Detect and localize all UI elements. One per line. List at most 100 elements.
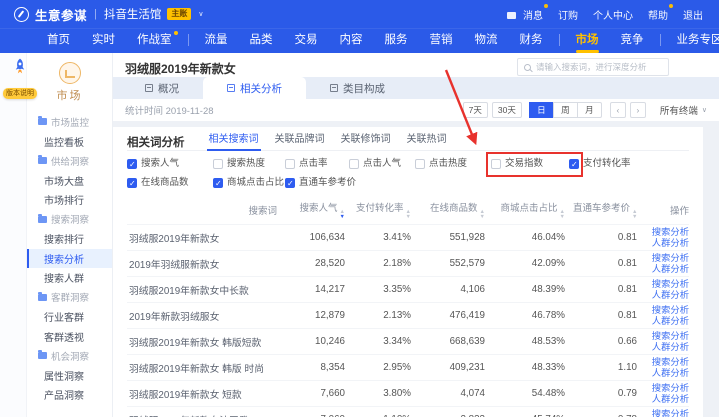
version-badge[interactable]: 版本说明 xyxy=(3,88,37,99)
pager-button[interactable]: › xyxy=(630,102,646,118)
metric-filter-checkbox-item[interactable]: 在线商品数 xyxy=(127,177,213,189)
metric-filter-checkbox-item[interactable]: 商城点击占比 xyxy=(213,177,285,189)
sidebar-menu-item[interactable]: 市场大盘 xyxy=(27,171,112,191)
nav-item[interactable]: 业务专区 xyxy=(666,28,719,53)
header-link[interactable]: 消息 xyxy=(507,7,543,22)
checkbox-icon[interactable] xyxy=(285,178,295,188)
analysis-tab[interactable]: 概况 xyxy=(121,77,203,99)
metric-filter-checkbox-item[interactable]: 点击率 xyxy=(285,158,349,170)
search-analysis-link[interactable]: 搜索分析 xyxy=(645,331,689,342)
granularity-button[interactable]: 日 xyxy=(529,102,554,118)
checkbox-icon[interactable] xyxy=(213,159,223,169)
nav-item[interactable]: 品类 xyxy=(239,28,284,53)
checkbox-icon[interactable] xyxy=(349,159,359,169)
nav-item[interactable]: 财务 xyxy=(509,28,554,53)
table-column-header[interactable]: 操作▲▼ xyxy=(637,195,689,225)
checkbox-icon[interactable] xyxy=(213,178,223,188)
metric-filter-checkbox-item[interactable]: 点击人气 xyxy=(349,158,415,170)
audience-analysis-link[interactable]: 人群分析 xyxy=(645,316,689,327)
related-word-tab[interactable]: 关联热词 xyxy=(407,133,447,151)
nav-item[interactable]: 实时 xyxy=(81,28,126,53)
version-notice-widget[interactable]: 版本说明 xyxy=(2,57,38,100)
nav-item[interactable]: 流量 xyxy=(194,28,239,53)
header-link[interactable]: 帮助 xyxy=(648,7,668,22)
search-analysis-link[interactable]: 搜索分析 xyxy=(645,383,689,394)
sort-carets-icon[interactable]: ▲▼ xyxy=(480,210,485,219)
granularity-button[interactable]: 周 xyxy=(553,102,578,118)
pager-button[interactable]: ‹ xyxy=(610,102,626,118)
header-link[interactable]: 订购 xyxy=(558,7,578,22)
nav-item[interactable]: 首页 xyxy=(36,28,81,53)
range-button[interactable]: 30天 xyxy=(492,102,522,118)
brand-area[interactable]: 生意参谋 | 抖音生活馆 主账 ∨ xyxy=(14,5,204,24)
sort-carets-icon[interactable]: ▲▼ xyxy=(406,210,411,219)
keyword-search-box[interactable] xyxy=(517,58,669,76)
search-analysis-link[interactable]: 搜索分析 xyxy=(645,279,689,290)
analysis-tab[interactable]: 类目构成 xyxy=(306,77,409,99)
sidebar-menu-item[interactable]: 客群透视 xyxy=(27,327,112,347)
metric-filter-checkbox-item[interactable]: 搜索人气 xyxy=(127,158,213,170)
audience-analysis-link[interactable]: 人群分析 xyxy=(645,368,689,379)
range-button[interactable]: 7天 xyxy=(463,102,488,118)
nav-item[interactable]: 物流 xyxy=(464,28,509,53)
nav-item[interactable]: 营销 xyxy=(419,28,464,53)
table-column-header[interactable]: 在线商品数▲▼ xyxy=(411,195,485,225)
table-column-header[interactable]: 商城点击占比▲▼ xyxy=(485,195,565,225)
nav-item[interactable]: 内容 xyxy=(329,28,374,53)
table-column-header[interactable]: 支付转化率▲▼ xyxy=(345,195,411,225)
sort-carets-icon[interactable]: ▲▼ xyxy=(560,210,565,219)
sidebar-menu-item[interactable]: 客群洞察 xyxy=(27,288,112,308)
checkbox-icon[interactable] xyxy=(127,159,137,169)
search-analysis-link[interactable]: 搜索分析 xyxy=(645,409,689,417)
nav-item[interactable]: 服务 xyxy=(374,28,419,53)
sidebar-menu-item[interactable]: 产品洞察 xyxy=(27,385,112,405)
audience-analysis-link[interactable]: 人群分析 xyxy=(645,238,689,249)
checkbox-icon[interactable] xyxy=(415,159,425,169)
nav-item[interactable]: 作战室 xyxy=(126,28,183,53)
sidebar-menu-item[interactable]: 行业客群 xyxy=(27,307,112,327)
header-link[interactable]: 个人中心 xyxy=(593,7,633,22)
sidebar-menu-item[interactable]: 机会洞察 xyxy=(27,346,112,366)
nav-item[interactable]: 市场 xyxy=(565,28,610,53)
search-input[interactable] xyxy=(536,62,662,72)
search-analysis-link[interactable]: 搜索分析 xyxy=(645,305,689,316)
terminal-filter[interactable]: 所有终端 ∨ xyxy=(660,103,707,117)
checkbox-icon[interactable] xyxy=(491,159,501,169)
header-link[interactable]: 退出 xyxy=(683,7,703,22)
sidebar-menu-item[interactable]: 搜索人群 xyxy=(27,268,112,288)
metric-filter-checkbox-item[interactable]: 搜索热度 xyxy=(213,158,285,170)
sidebar-menu-item[interactable]: 市场监控 xyxy=(27,112,112,132)
sidebar-menu-item[interactable]: 搜索分析 xyxy=(27,249,112,269)
table-column-header[interactable]: 直通车参考价▲▼ xyxy=(565,195,637,225)
search-analysis-link[interactable]: 搜索分析 xyxy=(645,227,689,238)
metric-filter-checkbox-item[interactable]: 直通车参考价 xyxy=(285,177,349,189)
sort-carets-icon[interactable]: ▲▼ xyxy=(632,210,637,219)
chevron-down-icon[interactable]: ∨ xyxy=(198,10,203,18)
related-word-tab[interactable]: 关联品牌词 xyxy=(275,133,325,151)
search-analysis-link[interactable]: 搜索分析 xyxy=(645,253,689,264)
sidebar-menu-item[interactable]: 搜索洞察 xyxy=(27,210,112,230)
audience-analysis-link[interactable]: 人群分析 xyxy=(645,264,689,275)
metric-filter-checkbox-item[interactable]: 点击热度 xyxy=(415,158,491,170)
metric-filter-checkbox-item[interactable]: 支付转化率 xyxy=(569,158,689,170)
sidebar-menu-item[interactable]: 监控看板 xyxy=(27,132,112,152)
sidebar-menu-item[interactable]: 搜索排行 xyxy=(27,229,112,249)
sidebar-menu-item[interactable]: 供给洞察 xyxy=(27,151,112,171)
sidebar-menu-item[interactable]: 属性洞察 xyxy=(27,366,112,386)
granularity-button[interactable]: 月 xyxy=(577,102,602,118)
nav-item[interactable]: 交易 xyxy=(284,28,329,53)
analysis-tab[interactable]: 相关分析 xyxy=(203,77,306,99)
audience-analysis-link[interactable]: 人群分析 xyxy=(645,290,689,301)
audience-analysis-link[interactable]: 人群分析 xyxy=(645,394,689,405)
metric-filter-checkbox-item[interactable]: 交易指数 xyxy=(491,158,569,170)
related-word-tab[interactable]: 关联修饰词 xyxy=(341,133,391,151)
related-word-tab[interactable]: 相关搜索词 xyxy=(209,133,259,151)
nav-item[interactable]: 竞争 xyxy=(610,28,655,53)
audience-analysis-link[interactable]: 人群分析 xyxy=(645,342,689,353)
table-column-header[interactable]: 搜索人气▲▼ xyxy=(277,195,345,225)
checkbox-icon[interactable] xyxy=(285,159,295,169)
table-column-header[interactable]: 搜索词▲▼ xyxy=(127,195,277,225)
sidebar-menu-item[interactable]: 市场排行 xyxy=(27,190,112,210)
search-analysis-link[interactable]: 搜索分析 xyxy=(645,357,689,368)
sort-carets-icon[interactable]: ▲▼ xyxy=(340,210,345,219)
